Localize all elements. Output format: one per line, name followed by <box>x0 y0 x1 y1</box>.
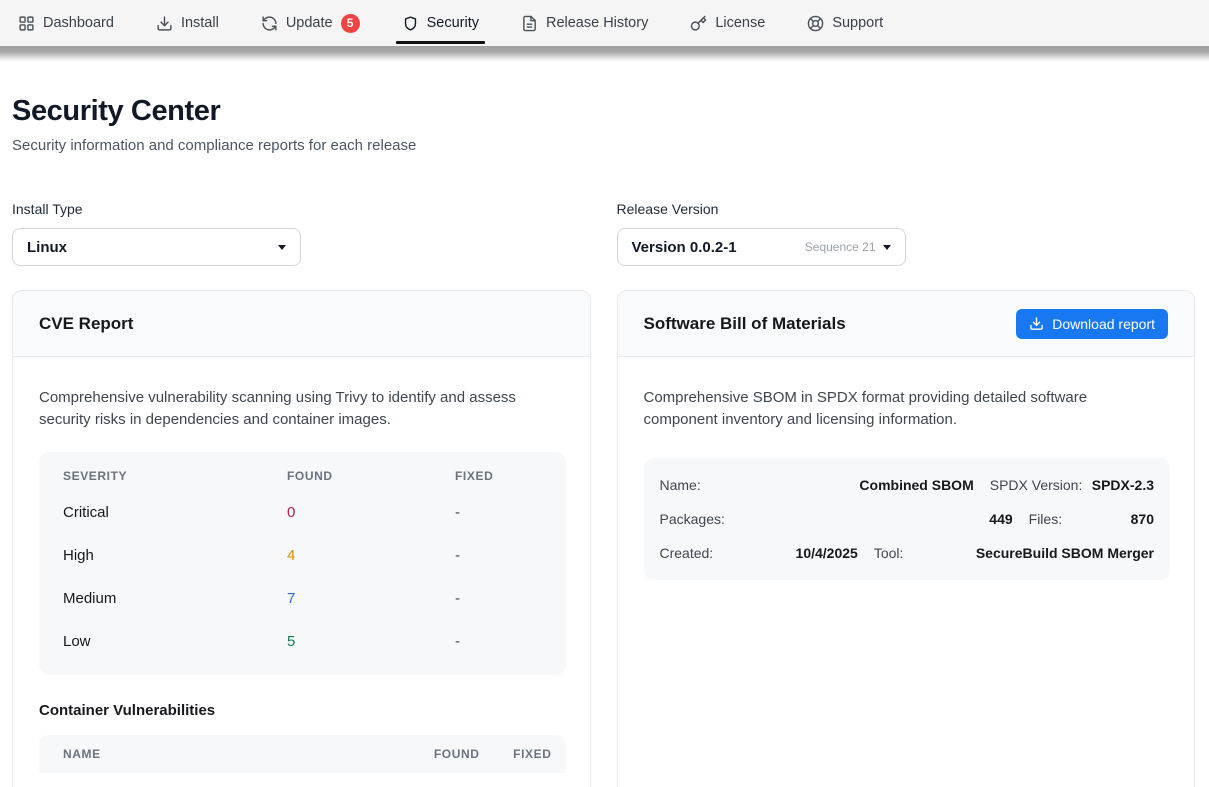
download-report-button[interactable]: Download report <box>1016 309 1168 339</box>
table-row: Packages: 449 Files: 870 <box>660 502 1155 536</box>
download-icon <box>156 15 173 32</box>
info-value: 10/4/2025 <box>752 545 874 561</box>
col-severity: SEVERITY <box>63 469 287 483</box>
sbom-card-header: Software Bill of Materials Download repo… <box>618 291 1195 357</box>
nav-tab-license[interactable]: License <box>690 0 765 46</box>
release-version-label: Release Version <box>617 201 1196 218</box>
main-content: Security Center Security information and… <box>0 95 1209 787</box>
sbom-card-title: Software Bill of Materials <box>644 314 846 334</box>
table-row: Name: Combined SBOM SPDX Version: SPDX-2… <box>660 468 1155 502</box>
nav-tab-install[interactable]: Install <box>156 0 219 46</box>
info-label: Name: <box>660 477 752 493</box>
sbom-card: Software Bill of Materials Download repo… <box>617 290 1196 787</box>
filters-row: Install Type Linux Release Version Versi… <box>12 201 1195 266</box>
info-label: Tool: <box>874 545 976 561</box>
found-count: 5 <box>287 633 455 650</box>
cve-description: Comprehensive vulnerability scanning usi… <box>39 387 564 430</box>
release-version-select[interactable]: Version 0.0.2-1 Sequence 21 <box>617 228 906 266</box>
severity-table: SEVERITY FOUND FIXED Critical 0 - High 4… <box>39 452 566 675</box>
key-icon <box>690 15 707 32</box>
download-report-label: Download report <box>1052 316 1155 332</box>
table-row: Critical 0 - <box>39 491 566 534</box>
sbom-info-table: Name: Combined SBOM SPDX Version: SPDX-2… <box>644 458 1171 580</box>
install-type-select[interactable]: Linux <box>12 228 301 266</box>
sbom-card-body: Comprehensive SBOM in SPDX format provid… <box>618 357 1195 580</box>
nav-label: Support <box>832 15 883 31</box>
nav-label: License <box>715 15 765 31</box>
shield-icon <box>402 15 419 32</box>
container-vulnerabilities-title: Container Vulnerabilities <box>39 702 566 719</box>
info-label: Created: <box>660 545 752 561</box>
info-label: Packages: <box>660 511 752 527</box>
nav-shadow <box>0 46 1209 62</box>
page-title: Security Center <box>12 95 1195 127</box>
table-row: Created: 10/4/2025 Tool: SecureBuild SBO… <box>660 536 1155 570</box>
nav-label: Update <box>286 15 333 31</box>
info-label: Files: <box>1029 511 1131 527</box>
cve-card-title: CVE Report <box>39 314 133 334</box>
severity-table-header: SEVERITY FOUND FIXED <box>39 469 566 491</box>
nav-tab-support[interactable]: Support <box>807 0 883 46</box>
fixed-count: - <box>455 547 542 564</box>
severity-name: Medium <box>63 590 287 607</box>
chevron-down-icon <box>883 245 891 250</box>
cve-card-header: CVE Report <box>13 291 590 357</box>
container-table-header: NAME FOUND FIXED <box>39 735 566 773</box>
sbom-description: Comprehensive SBOM in SPDX format provid… <box>644 387 1156 430</box>
update-count-badge: 5 <box>341 14 360 33</box>
found-count: 4 <box>287 547 455 564</box>
dashboard-icon <box>18 15 35 32</box>
fixed-count: - <box>455 590 542 607</box>
table-row: High 4 - <box>39 534 566 577</box>
chevron-down-icon <box>278 245 286 250</box>
nav-tab-update[interactable]: Update 5 <box>261 0 360 46</box>
release-version-value: Version 0.0.2-1 <box>632 239 805 256</box>
fixed-count: - <box>455 633 542 650</box>
cve-report-card: CVE Report Comprehensive vulnerability s… <box>12 290 591 787</box>
nav-tab-security[interactable]: Security <box>402 0 479 46</box>
page-subtitle: Security information and compliance repo… <box>12 137 1195 155</box>
info-value: Combined SBOM <box>752 477 990 493</box>
install-type-label: Install Type <box>12 201 591 218</box>
install-type-value: Linux <box>27 239 278 256</box>
cve-card-body: Comprehensive vulnerability scanning usi… <box>13 357 590 773</box>
download-icon <box>1029 316 1044 331</box>
severity-name: Low <box>63 633 287 650</box>
info-value: SPDX-2.3 <box>1092 477 1154 493</box>
col-fixed: FIXED <box>455 469 542 483</box>
info-value: 449 <box>752 511 1029 527</box>
severity-name: Critical <box>63 504 287 521</box>
col-name: NAME <box>63 747 390 761</box>
nav-label: Release History <box>546 15 648 31</box>
info-label: SPDX Version: <box>990 477 1092 493</box>
nav-tab-dashboard[interactable]: Dashboard <box>18 0 114 46</box>
col-fixed: FIXED <box>480 747 552 761</box>
nav-label: Install <box>181 15 219 31</box>
nav-tab-release-history[interactable]: Release History <box>521 0 648 46</box>
col-found: FOUND <box>287 469 455 483</box>
table-row: Low 5 - <box>39 620 566 663</box>
fixed-count: - <box>455 504 542 521</box>
top-nav: Dashboard Install Update 5 Security Rele… <box>0 0 1209 46</box>
install-type-filter: Install Type Linux <box>12 201 591 266</box>
life-buoy-icon <box>807 15 824 32</box>
table-row: Medium 7 - <box>39 577 566 620</box>
refresh-icon <box>261 15 278 32</box>
nav-label: Security <box>427 15 479 31</box>
nav-label: Dashboard <box>43 15 114 31</box>
cards-row: CVE Report Comprehensive vulnerability s… <box>12 290 1195 787</box>
found-count: 0 <box>287 504 455 521</box>
release-sequence: Sequence 21 <box>805 240 876 254</box>
info-value: 870 <box>1131 511 1154 527</box>
col-found: FOUND <box>390 747 480 761</box>
file-text-icon <box>521 15 538 32</box>
severity-name: High <box>63 547 287 564</box>
found-count: 7 <box>287 590 455 607</box>
info-value: SecureBuild SBOM Merger <box>976 545 1154 561</box>
release-version-filter: Release Version Version 0.0.2-1 Sequence… <box>617 201 1196 266</box>
